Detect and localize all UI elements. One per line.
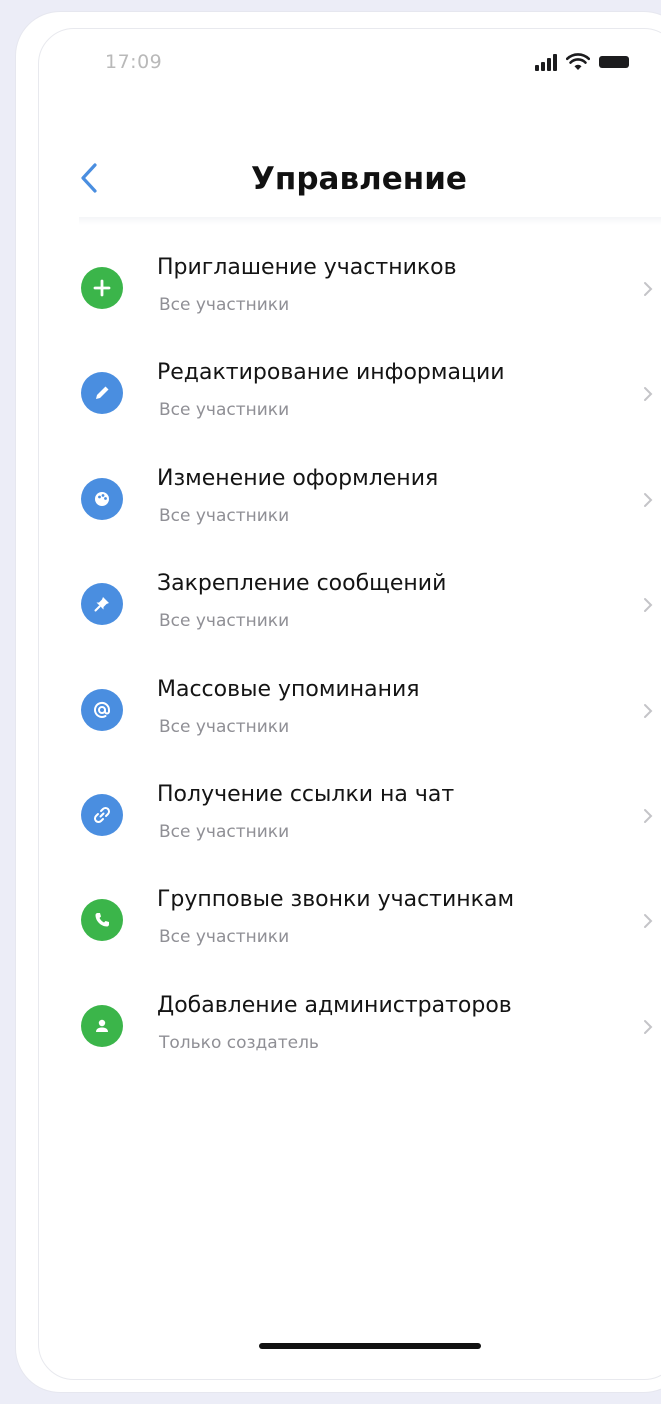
setting-invite-members[interactable]: Приглашение участников Все участники [39,239,661,344]
chevron-right-icon [644,1019,653,1034]
setting-title: Получение ссылки на чат [157,781,455,807]
chevron-right-icon [644,282,653,296]
chevron-right-icon [644,598,653,613]
setting-title: Приглашение участников [157,255,457,280]
plus-icon [81,267,123,309]
setting-title: Массовые упоминания [157,676,420,702]
pin-icon [81,583,123,626]
setting-title: Редактирование информации [157,360,505,386]
setting-title: Добавление администраторов [157,992,512,1018]
setting-change-theme[interactable]: Изменение оформления Все участники [39,450,661,555]
chevron-right-icon [644,703,653,718]
at-icon [81,688,123,731]
setting-edit-info[interactable]: Редактирование информации Все участники [39,344,661,449]
setting-add-admins[interactable]: Добавление администраторов Только создат… [39,977,661,1082]
setting-value: Только создатель [159,1032,319,1053]
setting-value: Все участники [159,295,290,315]
pencil-icon [81,372,123,415]
setting-title: Закрепление сообщений [157,571,447,597]
battery-icon [599,56,629,68]
settings-list: Приглашение участников Все участники Ред… [39,239,661,1082]
chevron-right-icon [644,492,653,507]
setting-value: Все участники [159,505,290,526]
user-icon [81,1004,123,1047]
setting-pin-messages[interactable]: Закрепление сообщений Все участники [39,555,661,660]
setting-value: Все участники [159,821,290,842]
header-divider [79,217,661,225]
link-icon [81,793,123,836]
palette-icon [81,477,123,520]
phone-icon [81,899,123,942]
screen: 17:09 Управление Приглашение участников … [38,28,661,1380]
signal-icon [535,53,557,71]
setting-title: Изменение оформления [157,465,439,491]
phone-frame: 17:09 Управление Приглашение участников … [16,12,661,1392]
chevron-right-icon [644,387,653,402]
setting-chat-link[interactable]: Получение ссылки на чат Все участники [39,766,661,871]
setting-title: Групповые звонки участинкам [157,887,515,913]
chevron-right-icon [644,808,653,823]
page-title: Управление [251,161,467,197]
setting-group-calls[interactable]: Групповые звонки участинкам Все участник… [39,871,661,976]
setting-value: Все участники [159,400,290,421]
setting-value: Все участники [159,716,290,737]
nav-bar: Управление [39,139,661,219]
home-indicator[interactable] [259,1343,481,1349]
setting-value: Все участники [159,927,290,948]
chevron-right-icon [644,914,653,929]
setting-value: Все участники [159,611,290,632]
wifi-icon [566,53,590,70]
setting-mass-mentions[interactable]: Массовые упоминания Все участники [39,661,661,766]
status-icons [535,51,629,71]
status-time: 17:09 [105,51,163,73]
status-bar: 17:09 [39,29,661,93]
